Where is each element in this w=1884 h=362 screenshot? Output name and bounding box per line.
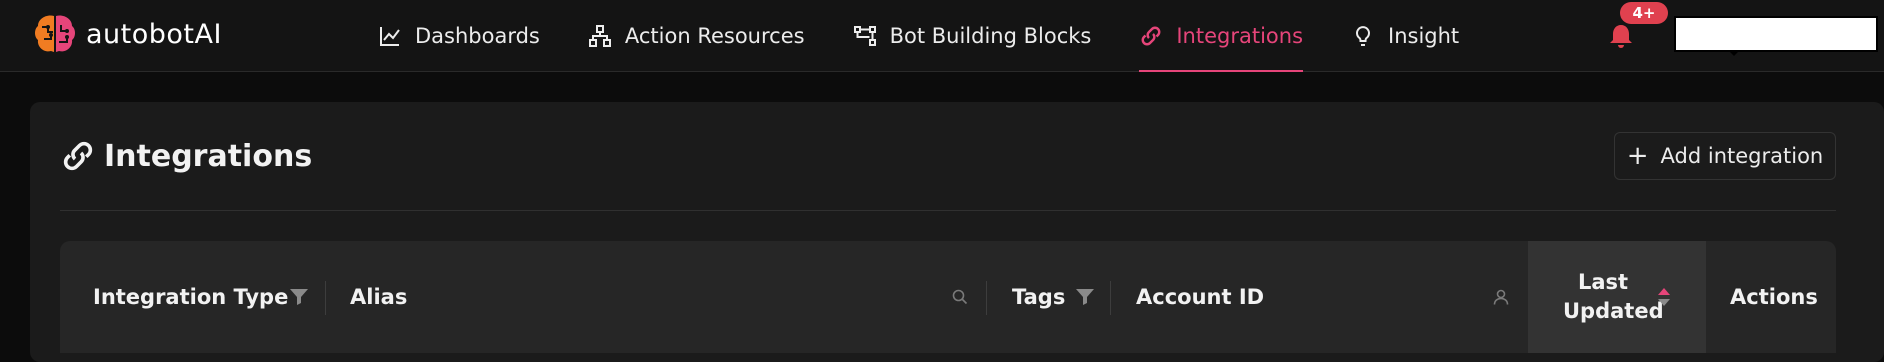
search-icon[interactable]	[952, 289, 968, 305]
column-header-label: Tags	[1012, 285, 1066, 309]
bell-icon[interactable]	[1608, 22, 1634, 50]
header-divider	[60, 210, 1836, 211]
nav-item-action-resources[interactable]: Action Resources	[588, 0, 805, 72]
link-icon	[1141, 26, 1161, 46]
user-menu-pointer	[1728, 50, 1740, 56]
column-header-alias[interactable]: Alias	[350, 241, 550, 353]
column-header-label: Account ID	[1136, 285, 1265, 309]
add-integration-button[interactable]: + Add integration	[1614, 132, 1836, 180]
notification-count-badge: 4+	[1620, 2, 1668, 24]
sort-icon[interactable]	[1657, 286, 1671, 308]
brand-name: autobotAI	[86, 18, 222, 50]
add-integration-label: Add integration	[1660, 144, 1824, 168]
plus-icon: +	[1626, 141, 1649, 171]
column-header-label: Integration Type	[93, 285, 289, 309]
integrations-table: Integration Type Alias Tags Account ID L…	[60, 241, 1836, 353]
nodes-icon	[853, 26, 876, 46]
column-header-label: Last Updated	[1563, 269, 1664, 323]
user-menu-box[interactable]	[1674, 16, 1878, 52]
column-separator	[325, 281, 326, 315]
nav-item-label: Dashboards	[415, 24, 540, 48]
column-header-integration-type[interactable]: Integration Type	[93, 241, 293, 353]
column-separator	[1110, 281, 1111, 315]
sitemap-icon	[588, 25, 611, 47]
column-header-label: Actions	[1730, 285, 1818, 309]
nav-item-label: Integrations	[1176, 24, 1304, 48]
nav-item-integrations[interactable]: Integrations	[1139, 0, 1303, 72]
top-navigation-bar: autobotAI Dashboards Action Resources Bo…	[0, 0, 1884, 72]
user-icon[interactable]	[1493, 289, 1509, 305]
nav-item-insight[interactable]: Insight	[1351, 0, 1459, 72]
main-nav: Dashboards Action Resources Bot Building…	[378, 0, 1507, 72]
column-header-last-updated[interactable]: Last Updated	[1528, 241, 1706, 353]
nav-item-label: Insight	[1388, 24, 1460, 48]
column-header-label: Alias	[350, 285, 408, 309]
column-header-tags[interactable]: Tags	[1012, 241, 1112, 353]
brand-logo[interactable]: autobotAI	[32, 12, 222, 56]
nav-item-bot-building-blocks[interactable]: Bot Building Blocks	[853, 0, 1092, 72]
page-title-text: Integrations	[104, 138, 313, 174]
line-chart-icon	[380, 27, 400, 46]
filter-icon[interactable]	[290, 289, 308, 305]
nav-item-label: Bot Building Blocks	[889, 24, 1092, 48]
brain-logo-icon	[35, 15, 75, 52]
column-header-actions: Actions	[1730, 241, 1830, 353]
link-icon	[63, 141, 93, 171]
lightbulb-icon	[1356, 26, 1370, 46]
column-separator	[986, 281, 987, 315]
page-title: Integrations	[60, 134, 312, 178]
nav-item-label: Action Resources	[624, 24, 805, 48]
nav-item-dashboards[interactable]: Dashboards	[378, 0, 540, 72]
filter-icon[interactable]	[1076, 289, 1094, 305]
column-header-account-id[interactable]: Account ID	[1136, 241, 1336, 353]
